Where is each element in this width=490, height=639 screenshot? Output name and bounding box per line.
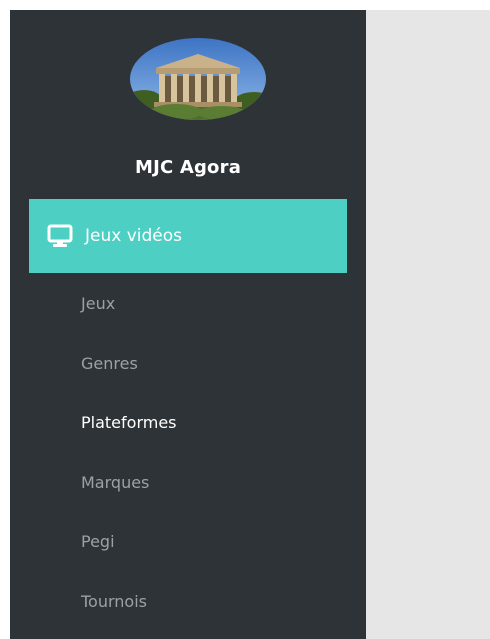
brand-name: MJC Agora bbox=[134, 157, 242, 178]
menu-item-marques[interactable]: Marques bbox=[10, 453, 366, 513]
main-content-area bbox=[366, 10, 490, 639]
temple-photo-icon bbox=[130, 38, 266, 120]
menu-item-pegi[interactable]: Pegi bbox=[10, 512, 366, 572]
sidebar: MJC Agora Jeux vidéos Jeux Genres Platef… bbox=[10, 10, 366, 639]
menu-item-tournois[interactable]: Tournois bbox=[10, 572, 366, 632]
avatar bbox=[130, 38, 266, 120]
app-frame: MJC Agora Jeux vidéos Jeux Genres Platef… bbox=[0, 0, 490, 639]
menu-item-genres[interactable]: Genres bbox=[10, 334, 366, 394]
section-header-jeux-videos[interactable]: Jeux vidéos bbox=[29, 199, 347, 273]
sub-menu: Jeux Genres Plateformes Marques Pegi Tou… bbox=[10, 274, 366, 631]
section-label: Jeux vidéos bbox=[85, 226, 183, 246]
monitor-icon bbox=[45, 222, 75, 250]
menu-item-plateformes[interactable]: Plateformes bbox=[10, 393, 366, 453]
menu-item-jeux[interactable]: Jeux bbox=[10, 274, 366, 334]
